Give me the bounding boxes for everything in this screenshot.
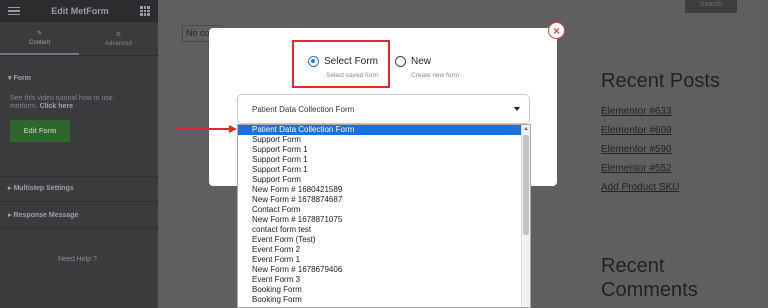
recent-post-link[interactable]: Elementor #590 xyxy=(601,144,672,155)
new-form-label[interactable]: New xyxy=(411,56,431,67)
section-form[interactable]: ▾ Form xyxy=(0,74,39,82)
dropdown-option[interactable]: Support Form 1 xyxy=(238,155,522,165)
recent-comments-heading: Recent Comments xyxy=(601,255,698,301)
select-form-sublabel: Select saved form xyxy=(326,72,379,79)
recent-post-link[interactable]: Elementor #609 xyxy=(601,125,672,136)
select-form-label[interactable]: Select Form xyxy=(324,56,378,67)
recent-posts-heading: Recent Posts xyxy=(601,70,720,92)
scroll-up-icon[interactable] xyxy=(524,127,528,130)
form-select-value: Patient Data Collection Form xyxy=(252,104,355,114)
dropdown-option[interactable]: Event Form (Test) xyxy=(238,235,522,245)
recent-post-link[interactable]: Elementor #633 xyxy=(601,106,672,117)
pencil-icon: ✎ xyxy=(36,30,43,37)
panel-tabs: ✎ Content ⚙ Advanced xyxy=(0,22,158,56)
chevron-down-icon xyxy=(514,107,520,111)
tutorial-link[interactable]: Click here xyxy=(40,103,73,110)
need-help-link[interactable]: Need Help ? xyxy=(58,256,97,263)
new-form-sublabel: Create new form xyxy=(411,72,460,79)
tab-advanced-label: Advanced xyxy=(105,40,132,47)
tab-content-label: Content xyxy=(28,39,50,46)
recent-post-link[interactable]: Elementor #552 xyxy=(601,163,672,174)
hamburger-icon[interactable] xyxy=(8,6,20,16)
dropdown-option[interactable]: Support Form xyxy=(238,175,522,185)
edit-form-button[interactable]: Edit Form xyxy=(10,120,70,142)
dropdown-options: Patient Data Collection Form Support Form… xyxy=(238,125,522,305)
form-select[interactable]: Patient Data Collection Form xyxy=(237,94,530,124)
panel-divider xyxy=(0,176,158,177)
section-form-label: Form xyxy=(13,75,31,82)
widgets-grid-icon[interactable] xyxy=(140,6,150,16)
dropdown-option[interactable]: New Form # 1678871075 xyxy=(238,215,522,225)
annotation-arrow-line xyxy=(175,128,231,130)
dropdown-option[interactable]: New Form # 1678874687 xyxy=(238,195,522,205)
radio-new-form[interactable] xyxy=(395,56,406,67)
tutorial-text: See this video tutorial how to use metfo… xyxy=(10,95,140,111)
tab-content[interactable]: ✎ Content xyxy=(0,22,79,55)
radio-select-form[interactable] xyxy=(308,56,319,67)
panel-header: Edit MetForm xyxy=(0,0,158,22)
dropdown-option[interactable]: Patient Data Collection Form xyxy=(238,125,522,135)
gear-icon: ⚙ xyxy=(115,31,122,38)
section-multistep-label: Multistep Settings xyxy=(13,185,74,192)
section-multistep[interactable]: ▸ Multistep Settings xyxy=(0,184,82,192)
dropdown-option[interactable]: Booking Form xyxy=(238,285,522,295)
panel-divider xyxy=(0,228,158,229)
tab-advanced[interactable]: ⚙ Advanced xyxy=(79,22,158,55)
annotation-arrow-icon xyxy=(229,125,237,133)
section-response[interactable]: ▸ Response Message xyxy=(0,211,86,219)
dropdown-option[interactable]: New Form # 1680421589 xyxy=(238,185,522,195)
dropdown-option[interactable]: Booking Form xyxy=(238,295,522,305)
dropdown-option[interactable]: New Form # 1678679406 xyxy=(238,265,522,275)
editor-panel: Edit MetForm ✎ Content ⚙ Advanced ▾ Form… xyxy=(0,0,158,308)
form-dropdown-list[interactable]: Patient Data Collection Form Support Form… xyxy=(237,124,531,308)
recent-post-link[interactable]: Add Product SKU xyxy=(601,182,679,193)
dropdown-option[interactable]: Support Form 1 xyxy=(238,145,522,155)
panel-divider xyxy=(0,201,158,202)
search-button[interactable]: Search xyxy=(685,0,737,13)
dropdown-option[interactable]: Contact Form xyxy=(238,205,522,215)
need-help-label: Need Help xyxy=(58,256,92,263)
dropdown-option[interactable]: Event Form 1 xyxy=(238,255,522,265)
dropdown-option[interactable]: Support Form xyxy=(238,135,522,145)
close-icon[interactable]: × xyxy=(548,22,565,39)
section-response-label: Response Message xyxy=(13,212,79,219)
scrollbar-thumb[interactable] xyxy=(523,135,529,235)
dropdown-option[interactable]: contact form test xyxy=(238,225,522,235)
dropdown-option[interactable]: Support Form 1 xyxy=(238,165,522,175)
dropdown-option[interactable]: Event Form 2 xyxy=(238,245,522,255)
dropdown-option[interactable]: Event Form 3 xyxy=(238,275,522,285)
dropdown-scrollbar[interactable] xyxy=(521,125,530,307)
panel-title: Edit MetForm xyxy=(51,6,109,16)
help-icon: ? xyxy=(93,256,97,263)
